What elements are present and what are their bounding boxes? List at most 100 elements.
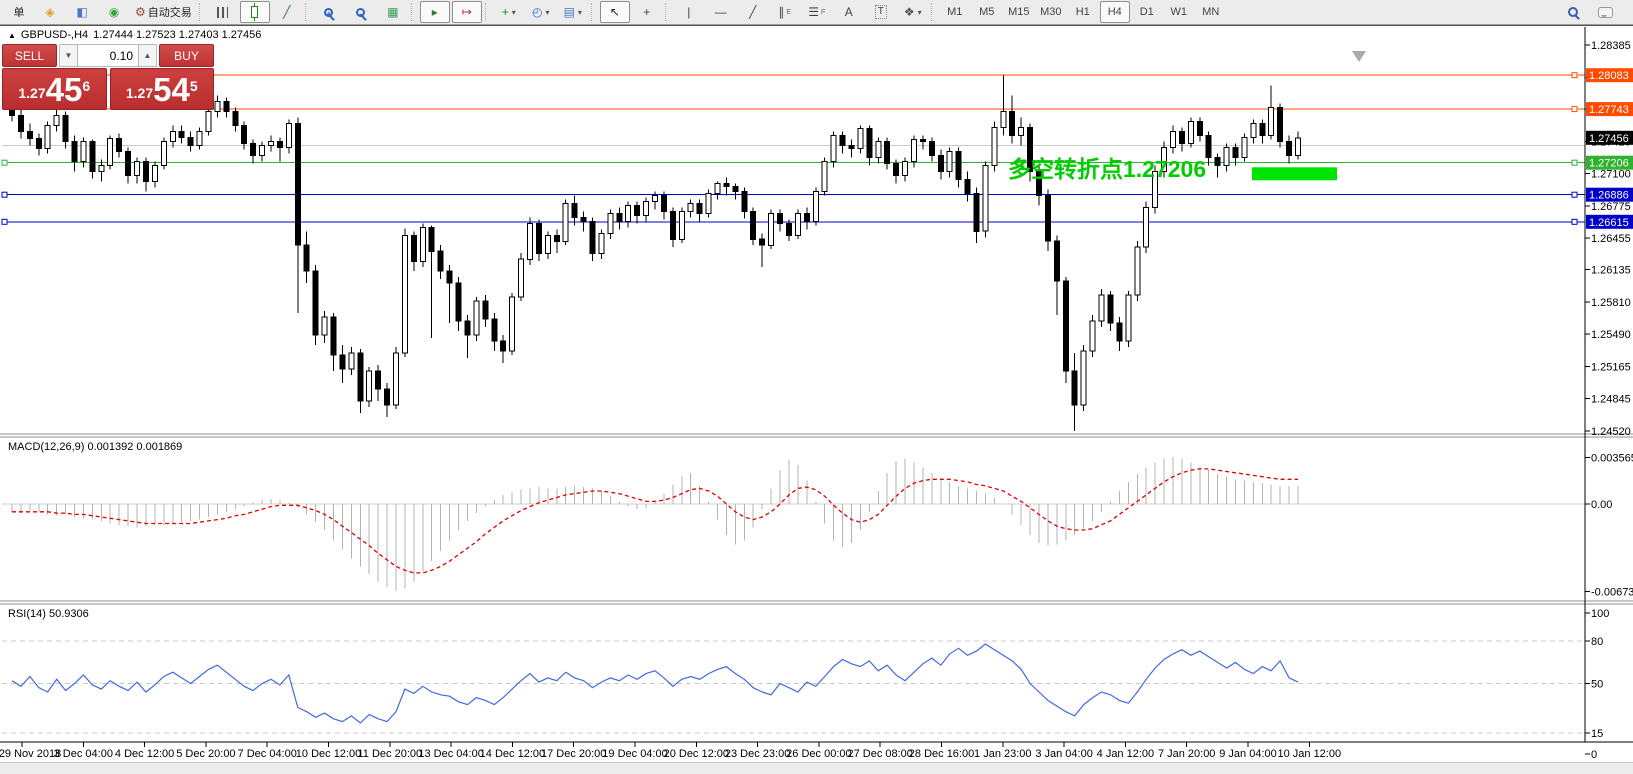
indicators-button[interactable]: +▾ <box>494 1 524 23</box>
svg-text:1.27456: 1.27456 <box>1589 133 1629 145</box>
bar-chart-button[interactable] <box>208 1 238 23</box>
sell-price-button[interactable]: 1.27456 <box>2 68 107 110</box>
timeframe-m5-button[interactable]: M5 <box>972 1 1002 23</box>
svg-text:10 Jan 12:00: 10 Jan 12:00 <box>1277 748 1341 760</box>
vertical-line-button[interactable]: | <box>674 1 704 23</box>
cursor-button[interactable]: ↖ <box>600 1 630 23</box>
collapse-panel-icon[interactable]: ▲ <box>8 31 16 40</box>
svg-text:1.26775: 1.26775 <box>1591 201 1631 213</box>
indicators-icon: + <box>502 6 509 18</box>
chat-button[interactable] <box>1590 1 1620 23</box>
svg-text:1.28385: 1.28385 <box>1591 40 1631 52</box>
svg-text:1.24845: 1.24845 <box>1591 394 1631 406</box>
fibonacci-subscript: F <box>821 9 825 16</box>
periods-dropdown-icon[interactable]: ▾ <box>546 8 550 17</box>
svg-text:1.28083: 1.28083 <box>1589 70 1629 82</box>
toolbar-separator <box>305 3 311 21</box>
svg-text:0.00: 0.00 <box>1591 499 1612 511</box>
volume-input[interactable] <box>78 44 138 67</box>
svg-text:10 Dec 12:00: 10 Dec 12:00 <box>296 748 361 760</box>
text-button[interactable]: A <box>834 1 864 23</box>
trendline-button[interactable]: ╱ <box>738 1 768 23</box>
svg-text:1.25490: 1.25490 <box>1591 329 1631 341</box>
vertical-line-icon: | <box>687 6 690 18</box>
indicators-dropdown-icon[interactable]: ▾ <box>512 8 516 17</box>
tile-windows-button[interactable]: ▦ <box>378 1 408 23</box>
timeframe-d1-button[interactable]: D1 <box>1132 1 1162 23</box>
crosshair-button[interactable]: + <box>632 1 662 23</box>
buy-price-button[interactable]: 1.27545 <box>110 68 215 110</box>
svg-text:1.26455: 1.26455 <box>1591 233 1631 245</box>
rsi-label: RSI(14) 50.9306 <box>8 608 89 620</box>
zoom-out-icon: - <box>356 8 365 17</box>
macd-label: MACD(12,26,9) 0.001392 0.001869 <box>8 441 182 453</box>
svg-text:4 Jan 12:00: 4 Jan 12:00 <box>1097 748 1155 760</box>
arrows-dropdown-icon[interactable]: ▾ <box>918 8 922 17</box>
symbol-period-label: GBPUSD-,H4 <box>21 29 88 41</box>
svg-text:0: 0 <box>1591 749 1597 761</box>
timeframe-h4-button[interactable]: H4 <box>1100 1 1130 23</box>
mt4-terminal: 单◈◧◉⚙自动交易╱+-▦▸↦+▾◴▾▤▾↖+|—╱∥E☰FAT❖▾ M1M5M… <box>0 0 1633 774</box>
fibonacci-button[interactable]: ☰F <box>802 1 832 23</box>
horizontal-line-button[interactable]: — <box>706 1 736 23</box>
periods-icon: ◴ <box>532 6 542 18</box>
market-button[interactable]: ◧ <box>67 1 97 23</box>
chart-canvas[interactable]: 1.283851.280601.277451.274201.271001.267… <box>0 26 1633 763</box>
autotrading-button[interactable]: ⚙自动交易 <box>131 1 196 23</box>
timeframe-mn-button[interactable]: MN <box>1196 1 1226 23</box>
timeframe-m30-button[interactable]: M30 <box>1036 1 1066 23</box>
trendline-icon: ╱ <box>749 6 756 18</box>
timeframe-w1-button[interactable]: W1 <box>1164 1 1194 23</box>
timeframe-h1-button[interactable]: H1 <box>1068 1 1098 23</box>
svg-text:100: 100 <box>1591 608 1609 620</box>
volume-decrease-button[interactable]: ▼ <box>59 44 78 67</box>
templates-dropdown-icon[interactable]: ▾ <box>578 8 582 17</box>
line-chart-button[interactable]: ╱ <box>272 1 302 23</box>
svg-text:11 Dec 20:00: 11 Dec 20:00 <box>357 748 422 760</box>
search-button[interactable] <box>1558 1 1588 23</box>
svg-text:17 Dec 20:00: 17 Dec 20:00 <box>541 748 606 760</box>
buy-button[interactable]: BUY <box>159 44 214 67</box>
svg-text:4 Dec 12:00: 4 Dec 12:00 <box>115 748 174 760</box>
chart-shift-marker <box>1352 51 1366 62</box>
crosshair-icon: + <box>643 6 650 18</box>
svg-text:1.27206: 1.27206 <box>1589 158 1629 170</box>
chart-shift-icon: ↦ <box>462 6 472 18</box>
timeframe-m15-button[interactable]: M15 <box>1004 1 1034 23</box>
arrows-button[interactable]: ❖▾ <box>898 1 928 23</box>
search-icon <box>1568 7 1578 17</box>
svg-text:9 Jan 04:00: 9 Jan 04:00 <box>1219 748 1277 760</box>
candlestick-chart-button[interactable] <box>240 1 270 23</box>
svg-text:50: 50 <box>1591 679 1603 691</box>
horizontal-line-icon: — <box>715 6 727 18</box>
autotrading-icon: ⚙ <box>135 6 146 18</box>
svg-text:1.26135: 1.26135 <box>1591 265 1631 277</box>
chart-shift-button[interactable]: ↦ <box>452 1 482 23</box>
svg-text:20 Dec 12:00: 20 Dec 12:00 <box>664 748 729 760</box>
sell-button[interactable]: SELL <box>2 44 57 67</box>
cursor-icon: ↖ <box>610 6 620 18</box>
auto-scroll-button[interactable]: ▸ <box>420 1 450 23</box>
periods-button[interactable]: ◴▾ <box>526 1 556 23</box>
volume-increase-button[interactable]: ▲ <box>138 44 157 67</box>
toolbar-separator <box>931 3 937 21</box>
svg-text:15: 15 <box>1591 728 1603 740</box>
text-icon: A <box>845 6 853 18</box>
chart-title: ▲ GBPUSD-,H4 1.27444 1.27523 1.27403 1.2… <box>8 29 261 41</box>
metaeditor-button[interactable]: ◈ <box>35 1 65 23</box>
zoom-out-button[interactable]: - <box>346 1 376 23</box>
signals-button[interactable]: ◉ <box>99 1 129 23</box>
metaeditor-icon: ◈ <box>45 6 54 18</box>
zoom-in-button[interactable]: + <box>314 1 344 23</box>
new-order-button[interactable]: 单 <box>3 1 33 23</box>
equidistant-channel-button[interactable]: ∥E <box>770 1 800 23</box>
toolbar-separator <box>485 3 491 21</box>
timeframe-m1-button[interactable]: M1 <box>940 1 970 23</box>
templates-button[interactable]: ▤▾ <box>558 1 588 23</box>
svg-text:28 Dec 16:00: 28 Dec 16:00 <box>909 748 974 760</box>
text-label-button[interactable]: T <box>866 1 896 23</box>
bar-chart-icon <box>217 7 228 18</box>
main-toolbar: 单◈◧◉⚙自动交易╱+-▦▸↦+▾◴▾▤▾↖+|—╱∥E☰FAT❖▾ M1M5M… <box>0 0 1633 25</box>
chat-icon <box>1598 7 1613 18</box>
svg-text:23 Dec 23:00: 23 Dec 23:00 <box>725 748 790 760</box>
